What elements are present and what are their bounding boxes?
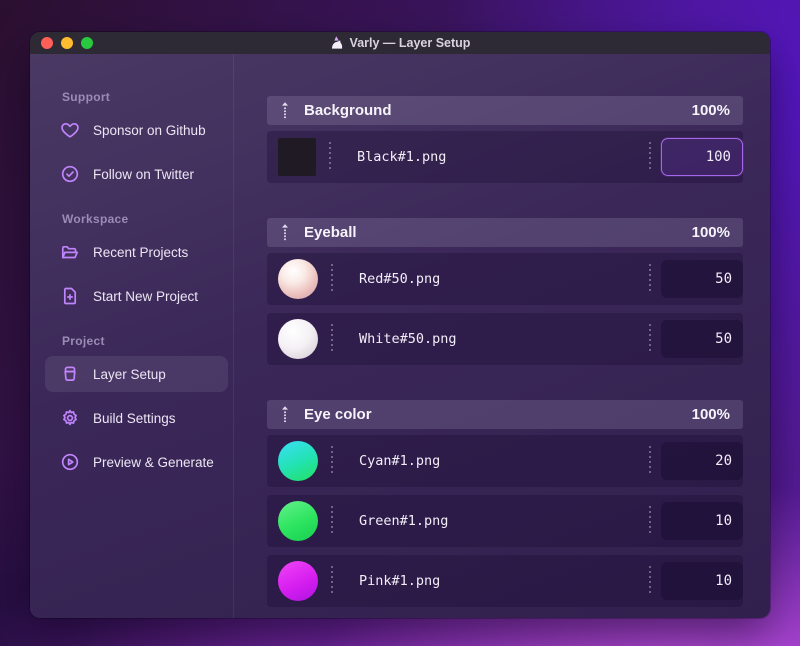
dotted-divider xyxy=(649,506,651,536)
titlebar[interactable]: Varly — Layer Setup xyxy=(30,32,770,54)
sidebar-item-layer-setup[interactable]: Layer Setup xyxy=(45,356,228,392)
dotted-divider xyxy=(329,142,331,172)
section-label-workspace: Workspace xyxy=(62,212,129,226)
layer-filename: Red#50.png xyxy=(359,271,441,287)
layer-weight-input[interactable] xyxy=(661,442,743,480)
layer-weight-input[interactable] xyxy=(661,320,743,358)
drag-handle-icon[interactable] xyxy=(280,405,290,425)
sidebar-section-workspace: Workspace Recent Projects Start New Proj… xyxy=(30,212,233,314)
group-weight: 100% xyxy=(691,102,730,119)
layer-filename: Cyan#1.png xyxy=(359,453,441,469)
sidebar-section-support: Support Sponsor on Github Follow on Twit… xyxy=(30,90,233,192)
layer-weight-input[interactable] xyxy=(661,260,743,298)
dotted-divider xyxy=(331,324,333,354)
layer-filename: Pink#1.png xyxy=(359,573,441,589)
unicorn-icon xyxy=(330,36,344,50)
group-title: Eyeball xyxy=(304,224,357,241)
layer-weight-input[interactable] xyxy=(661,502,743,540)
sidebar-item-label: Recent Projects xyxy=(93,244,189,260)
group-title: Background xyxy=(304,102,392,119)
group-weight: 100% xyxy=(691,224,730,241)
sidebar-item-start-new-project[interactable]: Start New Project xyxy=(45,278,228,314)
layer-row: White#50.png xyxy=(267,313,743,365)
section-label-project: Project xyxy=(62,334,105,348)
layer-thumbnail xyxy=(278,501,318,541)
dotted-divider xyxy=(649,324,651,354)
layer-thumbnail xyxy=(278,319,318,359)
app-window: Varly — Layer Setup Support Sponsor on G… xyxy=(30,32,770,618)
group-title: Eye color xyxy=(304,406,372,423)
sidebar-item-label: Layer Setup xyxy=(93,366,166,382)
sidebar-item-follow-on-twitter[interactable]: Follow on Twitter xyxy=(45,156,228,192)
layer-filename: Black#1.png xyxy=(357,149,447,165)
dotted-divider xyxy=(649,264,651,294)
section-label-support: Support xyxy=(62,90,111,104)
minimize-button[interactable] xyxy=(61,37,73,49)
heart-icon xyxy=(60,120,80,140)
folder-open-icon xyxy=(60,242,80,262)
layer-filename: White#50.png xyxy=(359,331,457,347)
archive-box-icon xyxy=(60,364,80,384)
sidebar-section-project: Project Layer Setup Build Settings Previ… xyxy=(30,334,233,480)
group-header: Eye color 100% xyxy=(267,400,743,429)
layer-row: Green#1.png xyxy=(267,495,743,547)
layer-row: Black#1.png xyxy=(267,131,743,183)
gear-icon xyxy=(60,408,80,428)
check-badge-icon xyxy=(60,164,80,184)
group-header: Background 100% xyxy=(267,96,743,125)
sidebar-item-build-settings[interactable]: Build Settings xyxy=(45,400,228,436)
sidebar-item-label: Preview & Generate xyxy=(93,454,214,470)
play-circle-icon xyxy=(60,452,80,472)
dotted-divider xyxy=(649,142,651,172)
layer-setup-panel: Background 100% Black#1.png 100 Eyeball … xyxy=(234,54,770,618)
layer-filename: Green#1.png xyxy=(359,513,449,529)
layer-row: Pink#1.png xyxy=(267,555,743,607)
group-header: Eyeball 100% xyxy=(267,218,743,247)
drag-handle-icon[interactable] xyxy=(280,101,290,121)
layer-group-background: Background 100% Black#1.png xyxy=(267,96,743,183)
layer-thumbnail xyxy=(278,441,318,481)
dotted-divider xyxy=(331,566,333,596)
file-plus-icon xyxy=(60,286,80,306)
layer-weight-input[interactable] xyxy=(661,138,743,176)
close-button[interactable] xyxy=(41,37,53,49)
dotted-divider xyxy=(331,446,333,476)
sidebar-item-label: Start New Project xyxy=(93,288,199,304)
sidebar-item-label: Follow on Twitter xyxy=(93,166,195,182)
sidebar-item-label: Sponsor on Github xyxy=(93,122,206,138)
layer-group-eye-color: Eye color 100% Cyan#1.png Green#1.png xyxy=(267,400,743,607)
layer-row: Red#50.png xyxy=(267,253,743,305)
layer-thumbnail xyxy=(278,259,318,299)
layer-weight-input[interactable] xyxy=(661,562,743,600)
sidebar-item-recent-projects[interactable]: Recent Projects xyxy=(45,234,228,270)
dotted-divider xyxy=(331,506,333,536)
sidebar-item-label: Build Settings xyxy=(93,410,176,426)
dotted-divider xyxy=(649,566,651,596)
dotted-divider xyxy=(649,446,651,476)
layer-row: Cyan#1.png xyxy=(267,435,743,487)
layer-group-eyeball: Eyeball 100% Red#50.png White#50.png xyxy=(267,218,743,365)
sidebar-item-sponsor-on-github[interactable]: Sponsor on Github xyxy=(45,112,228,148)
group-weight: 100% xyxy=(691,406,730,423)
layer-thumbnail xyxy=(278,561,318,601)
window-title: Varly — Layer Setup xyxy=(349,36,471,50)
sidebar-item-preview-generate[interactable]: Preview & Generate xyxy=(45,444,228,480)
drag-handle-icon[interactable] xyxy=(280,223,290,243)
dotted-divider xyxy=(331,264,333,294)
zoom-button[interactable] xyxy=(81,37,93,49)
sidebar: Support Sponsor on Github Follow on Twit… xyxy=(30,54,233,618)
layer-thumbnail xyxy=(278,138,316,176)
